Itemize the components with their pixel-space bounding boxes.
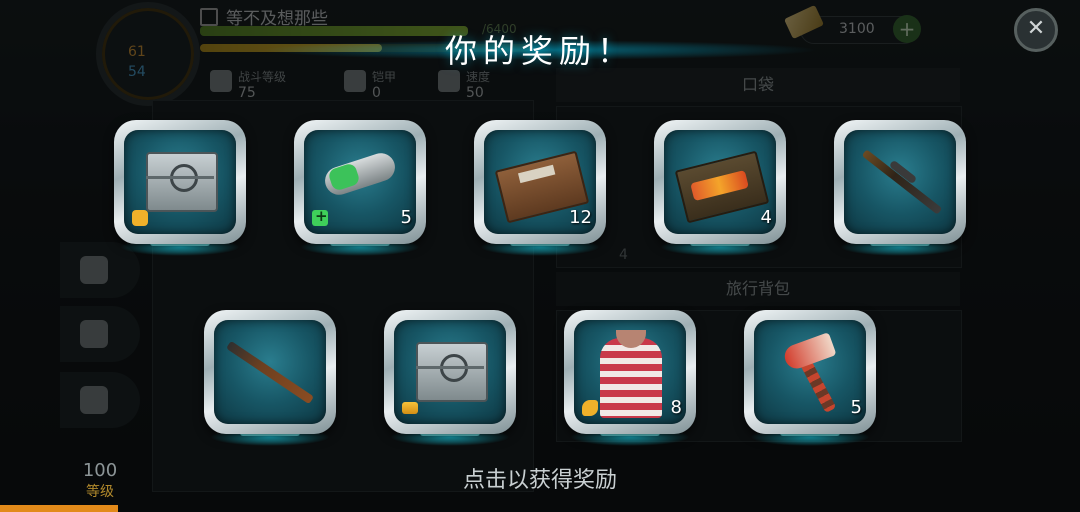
robot-icon [80,256,108,284]
stat-label: 铠甲 [372,70,397,84]
stat-armor: 铠甲 0 [344,68,397,101]
stat-value: 0 [372,85,381,101]
claim-hint[interactable]: 点击以获得奖励 [0,462,1080,494]
metal-crate-icon [146,152,218,212]
reward-card-tomahawk-axe[interactable]: 5 [744,310,876,446]
bolt-action-rifle-icon [226,340,314,405]
edit-icon [200,8,218,26]
reward-card-bolt-action-rifle[interactable] [204,310,336,446]
slot-qty: 4 [619,247,628,263]
reward-card-power-drill[interactable]: 5 [294,120,426,256]
anvil-icon [80,386,108,414]
striped-tank-top-icon [600,338,662,418]
reward-card-wooden-toolbox[interactable]: 12 [474,120,606,256]
reward-qty: 12 [569,207,592,228]
reward-qty: 5 [400,207,412,228]
reward-qty: 4 [760,207,772,228]
reward-card-tool-kit[interactable]: 4 [654,120,786,256]
cube-icon [80,320,108,348]
reward-card-sniper-rifle[interactable] [834,120,966,256]
stat-value: 50 [466,85,484,101]
sidebar-anvil-button[interactable] [60,372,140,428]
travel-bag-header: 旅行背包 [556,272,960,306]
stat-label: 战斗等级 [238,70,287,84]
gold-bars-icon [402,402,418,414]
pocket-header: 口袋 [556,68,960,102]
medkit-icon [312,207,328,226]
puzzle-icon [582,400,598,416]
metal-crate-icon [416,342,488,402]
tool-kit-icon [674,150,770,224]
stat-speed: 速度 50 [438,68,491,101]
progress-strip [0,505,118,512]
reward-qty: 5 [850,397,862,418]
modal-title: 你的奖励！ [444,32,635,70]
reward-card-striped-tank-top[interactable]: 8 [564,310,696,446]
sidebar-box-button[interactable] [60,306,140,362]
reward-card-metal-crate[interactable] [114,120,246,256]
reward-card-metal-crate-gold[interactable] [384,310,516,446]
boot-icon [438,70,460,92]
fist-icon [210,70,232,92]
armor-icon [344,70,366,92]
stat-value: 75 [238,85,256,101]
reward-qty: 8 [670,397,682,418]
game-background: 61 54 等不及想那些 /6400 战斗等级 75 铠甲 0 速度 50 31… [0,0,1080,512]
sniper-rifle-icon [861,149,943,215]
backpack-icon [132,210,148,226]
stat-label: 速度 [466,70,491,84]
stat-combat-level: 战斗等级 75 [210,68,287,101]
